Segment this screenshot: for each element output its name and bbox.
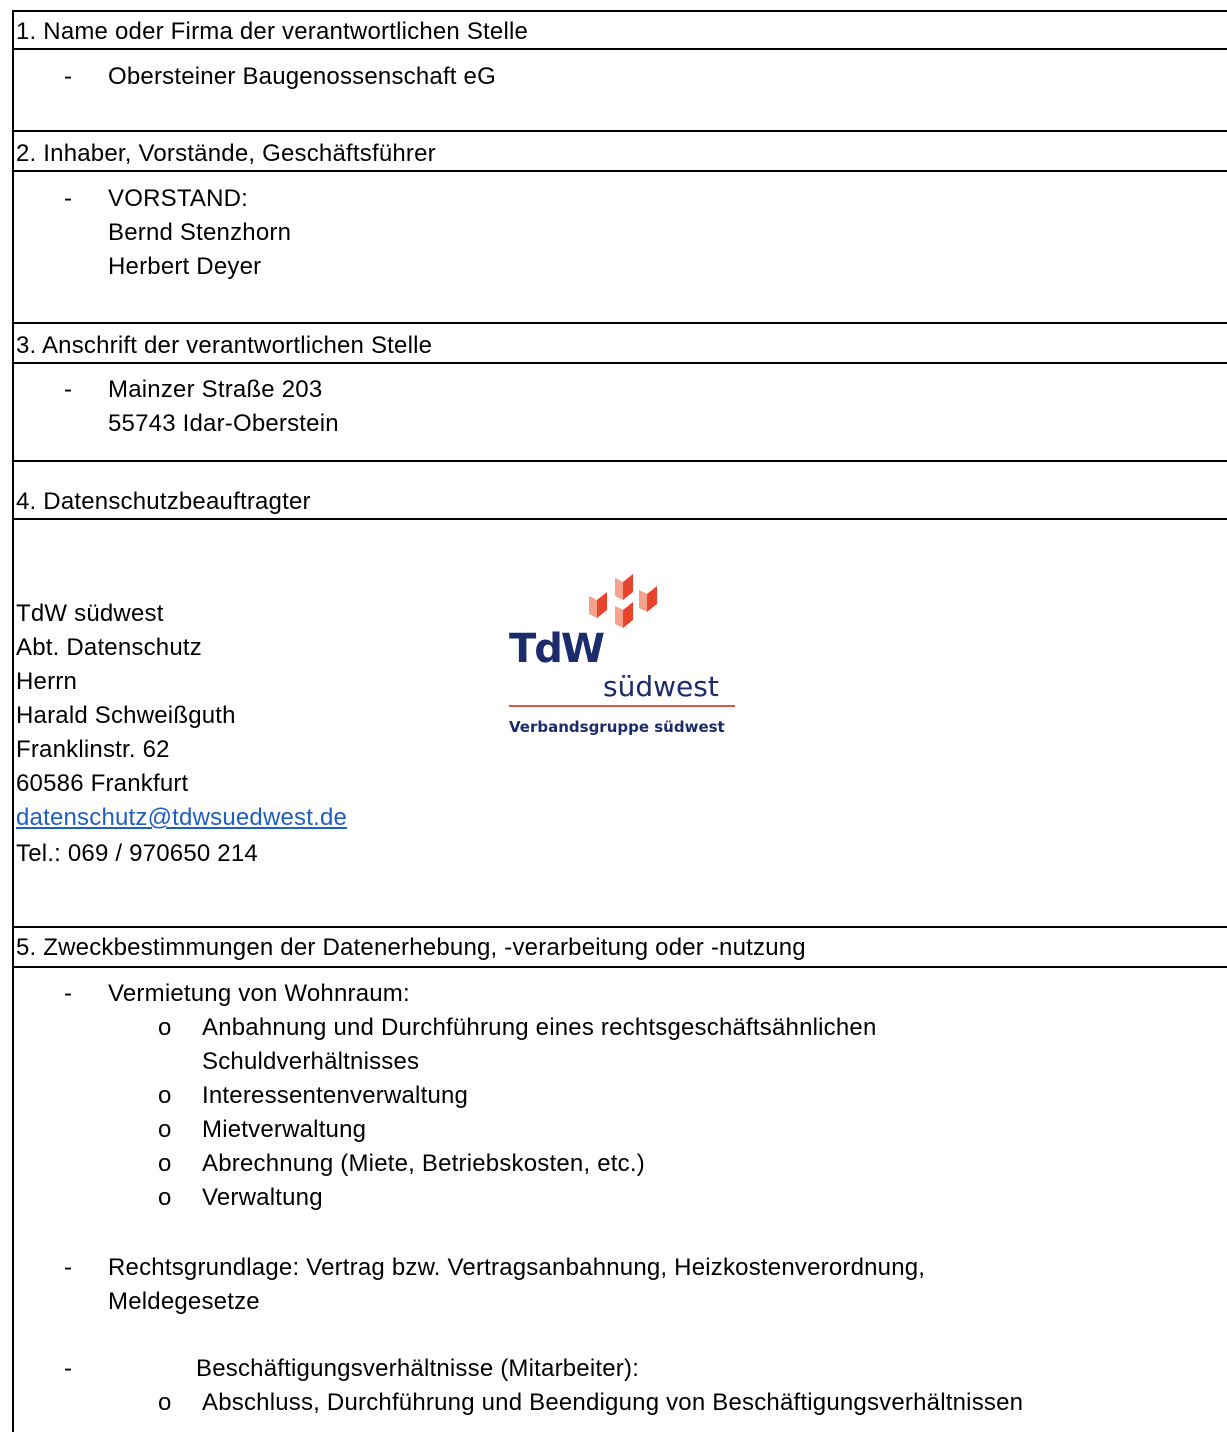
logo-subtitle: südwest	[603, 670, 719, 703]
dash-marker: -	[64, 376, 73, 403]
dash-marker: -	[64, 980, 73, 1007]
dash-marker: -	[64, 63, 73, 90]
row-divider	[12, 460, 1227, 462]
dash-marker: -	[64, 1355, 73, 1382]
dpo-email-link[interactable]: datenschutz@tdwsuedwest.de	[16, 801, 347, 835]
section-heading: 1. Name oder Firma der verantwortlichen …	[16, 18, 529, 45]
logo-mark-icon	[589, 574, 657, 628]
purpose-subitem: Abschluss, Durchführung und Beendigung v…	[202, 1389, 1024, 1416]
section-heading: 4. Datenschutzbeauftragter	[16, 488, 311, 515]
purpose-subitem-cont: Schuldverhältnisses	[202, 1048, 420, 1075]
bullet-marker: o	[158, 1184, 172, 1211]
dash-marker: -	[64, 185, 73, 212]
purpose-subitem: Verwaltung	[202, 1184, 323, 1211]
tdw-suedwest-logo: TdW südwest Verbandsgruppe südwest	[505, 560, 745, 740]
address-street: Mainzer Straße 203	[108, 376, 323, 403]
row-divider	[12, 322, 1227, 324]
bullet-marker: o	[158, 1116, 172, 1143]
dpo-street: Franklinstr. 62	[16, 736, 170, 763]
dash-marker: -	[64, 1254, 73, 1281]
purpose-subitem: Mietverwaltung	[202, 1116, 367, 1143]
purpose-item: Beschäftigungsverhältnisse (Mitarbeiter)…	[196, 1355, 640, 1382]
legal-basis-cont: Meldegesetze	[108, 1288, 260, 1315]
row-divider	[12, 926, 1227, 928]
row-divider	[12, 130, 1227, 132]
dpo-name: Harald Schweißguth	[16, 702, 236, 729]
company-name: Obersteiner Baugenossenschaft eG	[108, 63, 496, 90]
purpose-item: Vermietung von Wohnraum:	[108, 980, 410, 1007]
purpose-subitem: Abrechnung (Miete, Betriebskosten, etc.)	[202, 1150, 645, 1177]
purpose-subitem: Anbahnung und Durchführung eines rechtsg…	[202, 1014, 877, 1041]
section-heading: 3. Anschrift der verantwortlichen Stelle	[16, 332, 433, 359]
section-heading: 5. Zweckbestimmungen der Datenerhebung, …	[16, 934, 806, 961]
logo-rule	[509, 705, 735, 707]
section-heading: 2. Inhaber, Vorstände, Geschäftsführer	[16, 140, 436, 167]
board-label: VORSTAND:	[108, 185, 249, 212]
purpose-subitem: Interessentenverwaltung	[202, 1082, 469, 1109]
board-member: Bernd Stenzhorn	[108, 219, 292, 246]
dpo-org: TdW südwest	[16, 600, 164, 627]
logo-graphic: TdW südwest Verbandsgruppe südwest	[509, 574, 735, 736]
address-city: 55743 Idar-Oberstein	[108, 410, 339, 437]
board-member: Herbert Deyer	[108, 253, 262, 280]
bullet-marker: o	[158, 1389, 172, 1416]
legal-basis: Rechtsgrundlage: Vertrag bzw. Vertragsan…	[108, 1254, 926, 1281]
row-divider	[12, 966, 1227, 968]
dpo-department: Abt. Datenschutz	[16, 634, 202, 661]
logo-tagline: Verbandsgruppe südwest	[509, 718, 725, 736]
bullet-marker: o	[158, 1150, 172, 1177]
bullet-marker: o	[158, 1082, 172, 1109]
logo-wordmark: TdW	[509, 626, 604, 672]
dpo-salutation: Herrn	[16, 668, 78, 695]
dpo-phone: Tel.: 069 / 970650 214	[16, 840, 258, 867]
dpo-city: 60586 Frankfurt	[16, 770, 189, 797]
bullet-marker: o	[158, 1014, 172, 1041]
